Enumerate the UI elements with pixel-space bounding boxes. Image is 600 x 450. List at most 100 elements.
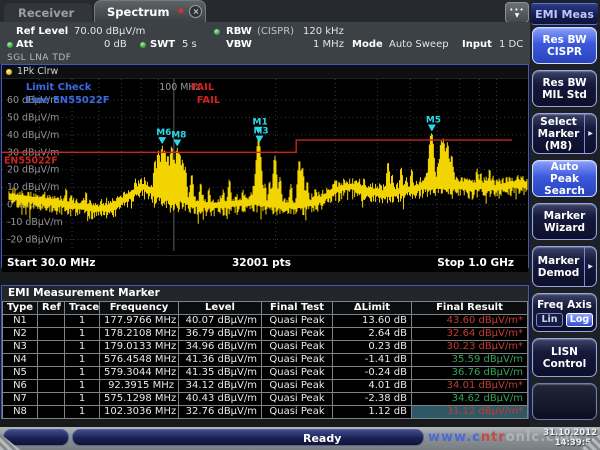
table-row[interactable]: N51579.3044 MHz41.35 dBµV/mQuasi Peak-0.… bbox=[3, 367, 528, 380]
status-bar: Ready www.cntronic.com 31.10.2012 14:39:… bbox=[0, 427, 600, 450]
toggle-log[interactable]: Log bbox=[566, 313, 593, 327]
cell-frequency: 102.3036 MHz bbox=[100, 406, 179, 419]
column-header: Type bbox=[3, 302, 38, 315]
softkey-label bbox=[533, 401, 596, 403]
settings-header: Ref Level 70.00 dBµV/m RBW (CISPR) 120 k… bbox=[0, 22, 530, 64]
svg-text:40 dBµV/m: 40 dBµV/m bbox=[7, 130, 59, 141]
cell-delta_limit: 4.01 dB bbox=[333, 380, 412, 393]
att-value[interactable]: 0 dB bbox=[104, 39, 127, 50]
spectrum-plot[interactable]: 60 dBµV/m50 dBµV/m40 dBµV/m30 dBµV/m20 d… bbox=[2, 79, 528, 251]
svg-text:-10 dBµV/m: -10 dBµV/m bbox=[7, 217, 63, 228]
cell-level: 41.35 dBµV/m bbox=[179, 367, 262, 380]
cell-level: 34.12 dBµV/m bbox=[179, 380, 262, 393]
softkey-select-marker-m8-[interactable]: Select Marker (M8)▶ bbox=[532, 113, 597, 154]
svg-text:EN55022F: EN55022F bbox=[4, 155, 58, 166]
cell-type: N2 bbox=[3, 328, 38, 341]
statusbar-segment bbox=[3, 429, 69, 446]
statusbar-segment: Ready bbox=[72, 429, 424, 446]
svg-text:Line EN55022F: Line EN55022F bbox=[26, 95, 110, 106]
tab-receiver[interactable]: Receiver bbox=[4, 3, 92, 22]
cell-final_result: 43.60 dBµV/m* bbox=[412, 315, 528, 328]
vbw-value[interactable]: 1 MHz bbox=[313, 39, 344, 50]
softkey-label: Auto Peak Search bbox=[533, 160, 596, 198]
cell-frequency: 579.3044 MHz bbox=[100, 367, 179, 380]
cell-level: 36.79 dBµV/m bbox=[179, 328, 262, 341]
cell-delta_limit: -1.41 dB bbox=[333, 354, 412, 367]
svg-text:Limit Check: Limit Check bbox=[26, 82, 92, 93]
cell-delta_limit: 2.64 dB bbox=[333, 328, 412, 341]
softkey-label: Marker Wizard bbox=[533, 209, 596, 235]
cell-ref bbox=[38, 393, 65, 406]
ref-level-value[interactable]: 70.00 dBµV/m bbox=[74, 26, 145, 37]
cell-final_result: 36.76 dBµV/m bbox=[412, 367, 528, 380]
cell-delta_limit: 0.23 dB bbox=[333, 341, 412, 354]
cell-final_test: Quasi Peak bbox=[262, 380, 333, 393]
softkey-label: Res BW CISPR bbox=[533, 33, 596, 59]
rbw-value[interactable]: 120 kHz bbox=[303, 26, 344, 37]
cell-final_result: 31.12 dBµV/m* bbox=[412, 406, 528, 419]
cell-ref bbox=[38, 315, 65, 328]
cell-ref bbox=[38, 380, 65, 393]
tab-overflow-menu-button[interactable]: ••• ▼ bbox=[505, 2, 529, 23]
modified-star-icon: ★ bbox=[176, 6, 185, 17]
softkey-label: Select Marker (M8) bbox=[533, 115, 584, 153]
cell-frequency: 177.9766 MHz bbox=[100, 315, 179, 328]
softkey-label: Freq Axis bbox=[537, 299, 592, 311]
softkey-auto-peak-search[interactable]: Auto Peak Search bbox=[532, 160, 597, 197]
softkey-freq-axis[interactable]: Freq Axis LinLog bbox=[532, 293, 597, 332]
mode-label: Mode bbox=[352, 39, 383, 50]
cell-delta_limit: -2.38 dB bbox=[333, 393, 412, 406]
cell-ref bbox=[38, 328, 65, 341]
vbw-label: VBW bbox=[226, 39, 252, 50]
column-header: Frequency bbox=[100, 302, 179, 315]
table-row[interactable]: N81102.3036 MHz32.76 dBµV/mQuasi Peak1.1… bbox=[3, 406, 528, 419]
trace-indicator-bar: 1Pk Clrw bbox=[2, 65, 528, 79]
chevron-down-icon: ▼ bbox=[515, 13, 520, 19]
table-row[interactable]: N31179.0133 MHz34.96 dBµV/mQuasi Peak0.2… bbox=[3, 341, 528, 354]
softkey-lisn-control[interactable]: LISN Control bbox=[532, 338, 597, 377]
column-header: Final Test bbox=[262, 302, 333, 315]
cell-level: 40.07 dBµV/m bbox=[179, 315, 262, 328]
table-row[interactable]: N6192.3915 MHz34.12 dBµV/mQuasi Peak4.01… bbox=[3, 380, 528, 393]
table-row[interactable]: N41576.4548 MHz41.36 dBµV/mQuasi Peak-1.… bbox=[3, 354, 528, 367]
cell-final_test: Quasi Peak bbox=[262, 341, 333, 354]
table-row[interactable]: N21178.2108 MHz36.79 dBµV/mQuasi Peak2.6… bbox=[3, 328, 528, 341]
table-row[interactable]: N11177.9766 MHz40.07 dBµV/mQuasi Peak13.… bbox=[3, 315, 528, 328]
softkey-label: LISN Control bbox=[533, 345, 596, 371]
svg-text:M5: M5 bbox=[426, 115, 441, 125]
swt-value[interactable]: 5 s bbox=[182, 39, 197, 50]
cell-level: 32.76 dBµV/m bbox=[179, 406, 262, 419]
cell-final_test: Quasi Peak bbox=[262, 315, 333, 328]
table-row[interactable]: N71575.1298 MHz40.43 dBµV/mQuasi Peak-2.… bbox=[3, 393, 528, 406]
close-icon[interactable]: × bbox=[189, 5, 202, 18]
cell-trace: 1 bbox=[65, 393, 100, 406]
cell-trace: 1 bbox=[65, 354, 100, 367]
cell-final_result: 34.62 dBµV/m bbox=[412, 393, 528, 406]
start-frequency[interactable]: Start 30.0 MHz bbox=[7, 257, 95, 269]
trace-indicator: 1Pk Clrw bbox=[17, 66, 58, 77]
softkey-res-bw-mil-std[interactable]: Res BW MIL Std bbox=[532, 70, 597, 107]
stop-frequency[interactable]: Stop 1.0 GHz bbox=[437, 257, 514, 269]
tab-spectrum[interactable]: Spectrum ★ × bbox=[94, 0, 206, 22]
cell-level: 34.96 dBµV/m bbox=[179, 341, 262, 354]
tab-bar: Receiver Spectrum ★ × ••• ▼ bbox=[0, 0, 530, 22]
cell-frequency: 575.1298 MHz bbox=[100, 393, 179, 406]
cell-ref bbox=[38, 341, 65, 354]
cell-frequency: 178.2108 MHz bbox=[100, 328, 179, 341]
softkey-marker-demod[interactable]: Marker Demod▶ bbox=[532, 246, 597, 287]
toggle-lin[interactable]: Lin bbox=[536, 313, 563, 327]
softkey-menu: EMI Meas Res BW CISPR Res BW MIL Std Selec… bbox=[530, 0, 600, 427]
column-header: Final Result bbox=[412, 302, 528, 315]
tab-receiver-label: Receiver bbox=[18, 6, 74, 20]
softkey-menu-title: EMI Meas bbox=[531, 3, 598, 25]
mode-value[interactable]: Auto Sweep bbox=[389, 39, 449, 50]
softkey-marker-wizard[interactable]: Marker Wizard bbox=[532, 203, 597, 240]
softkey-blank bbox=[532, 383, 597, 420]
cell-trace: 1 bbox=[65, 367, 100, 380]
swt-label: SWT bbox=[150, 39, 175, 50]
input-value[interactable]: 1 DC bbox=[499, 39, 523, 50]
cell-ref bbox=[38, 354, 65, 367]
rbw-enabled-led bbox=[214, 29, 220, 35]
softkey-res-bw-cispr[interactable]: Res BW CISPR bbox=[532, 27, 597, 64]
enhancement-labels: SGL LNA TDF bbox=[7, 53, 71, 63]
